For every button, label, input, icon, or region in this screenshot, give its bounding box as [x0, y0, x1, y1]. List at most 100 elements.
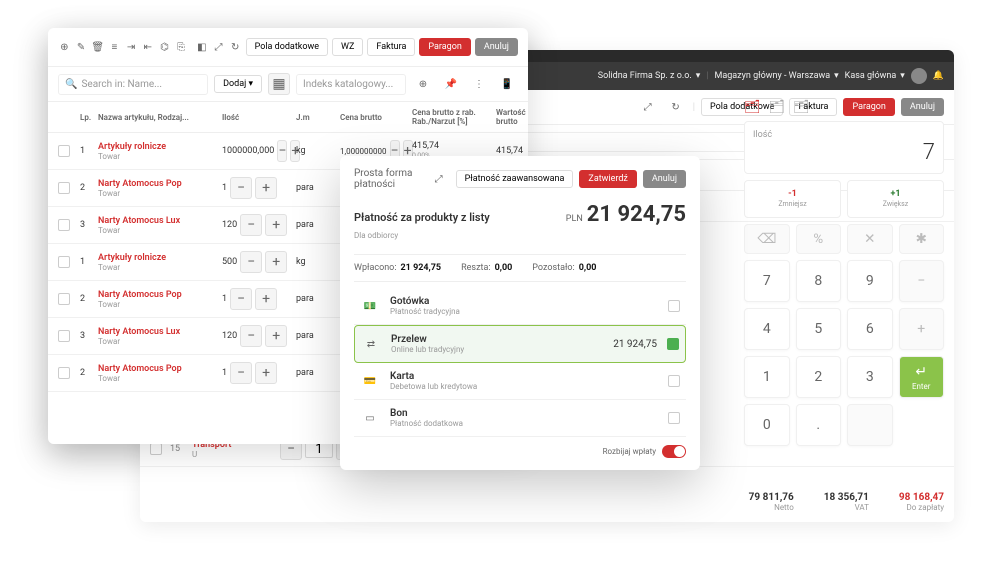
decrement-button[interactable]: -1Zmniejsz: [744, 180, 841, 218]
plus-icon[interactable]: +: [265, 214, 287, 236]
tree-icon[interactable]: ⌬: [158, 36, 171, 58]
key-9[interactable]: 9: [847, 260, 893, 302]
import-icon[interactable]: ⇤: [141, 36, 154, 58]
payment-method[interactable]: ⇄ PrzelewOnline lub tradycyjny 21 924,75: [354, 325, 686, 363]
quantity-stepper[interactable]: 120 − +: [222, 325, 292, 347]
catalog-search[interactable]: Indeks katalogowy...: [296, 74, 406, 95]
payment-method[interactable]: 💳 KartaDebetowa lub kredytowa: [354, 363, 686, 400]
minus-icon[interactable]: −: [230, 362, 252, 384]
item-name[interactable]: Artykuły rolnicze: [98, 253, 218, 263]
key-minus[interactable]: −: [899, 260, 945, 302]
quantity-stepper[interactable]: 500 − +: [222, 251, 292, 273]
minus-icon[interactable]: −: [240, 325, 262, 347]
key-dot[interactable]: .: [796, 404, 842, 446]
item-name[interactable]: Narty Atomocus Pop: [98, 179, 218, 189]
toggle-switch[interactable]: [662, 445, 686, 458]
plus-icon[interactable]: +: [265, 325, 287, 347]
refresh-icon[interactable]: ↻: [665, 96, 687, 118]
warehouse-selector[interactable]: Magazyn główny - Warszawa ▾: [714, 71, 838, 81]
expand-icon[interactable]: ⤢: [428, 168, 450, 190]
payment-method[interactable]: 💵 GotówkaPłatność tradycyjna: [354, 288, 686, 325]
copy-icon[interactable]: ⎘: [175, 36, 188, 58]
minus-icon[interactable]: −: [240, 251, 262, 273]
target-icon[interactable]: ⊕: [412, 73, 434, 95]
key-enter[interactable]: ↵Enter: [899, 356, 945, 398]
expand-icon[interactable]: ⤢: [637, 96, 659, 118]
payment-checkbox[interactable]: [668, 300, 680, 312]
key-0[interactable]: 0: [744, 404, 790, 446]
row-checkbox[interactable]: [58, 182, 70, 194]
export-icon[interactable]: ⇥: [125, 36, 138, 58]
dodaj-button[interactable]: Dodaj ▾: [214, 75, 262, 93]
payment-checkbox[interactable]: [668, 375, 680, 387]
add-icon[interactable]: ⊕: [58, 36, 71, 58]
name-search[interactable]: 🔍 Search in: Name...: [58, 74, 208, 95]
quantity-stepper[interactable]: 1 − +: [222, 288, 292, 310]
more-icon[interactable]: ⋮: [468, 73, 490, 95]
minus-icon[interactable]: −: [240, 214, 262, 236]
key-1[interactable]: 1: [744, 356, 790, 398]
window-icon[interactable]: ◧: [196, 36, 209, 58]
key-plus[interactable]: +: [899, 308, 945, 350]
anuluj-button[interactable]: Anuluj: [475, 38, 518, 56]
key-6[interactable]: 6: [847, 308, 893, 350]
faktura-button[interactable]: Faktura: [367, 38, 415, 56]
split-payment-toggle[interactable]: Rozbijaj wpłaty: [354, 437, 686, 458]
backspace-button[interactable]: ⌫: [744, 224, 790, 254]
payment-checkbox[interactable]: [667, 338, 679, 350]
list-icon[interactable]: ≡: [108, 36, 121, 58]
paragon-button[interactable]: Paragon: [419, 38, 470, 56]
notification-icon[interactable]: 🔔: [933, 71, 944, 81]
row-checkbox[interactable]: [58, 219, 70, 231]
key-4[interactable]: 4: [744, 308, 790, 350]
increment-button[interactable]: +1Zwiększ: [847, 180, 944, 218]
tab-active-icon[interactable]: 🗂: [744, 100, 761, 115]
refresh-icon[interactable]: ↻: [229, 36, 242, 58]
multiply-button[interactable]: ✱: [899, 224, 945, 254]
expand-icon[interactable]: ⤢: [212, 36, 225, 58]
avatar[interactable]: [911, 68, 927, 84]
delete-icon[interactable]: 🗑: [91, 36, 104, 58]
payment-checkbox[interactable]: [668, 412, 680, 424]
tab-icon[interactable]: 🗂: [793, 100, 810, 115]
row-checkbox[interactable]: [58, 367, 70, 379]
key-8[interactable]: 8: [796, 260, 842, 302]
grid-icon[interactable]: ▦: [268, 73, 290, 95]
edit-icon[interactable]: ✎: [75, 36, 88, 58]
minus-icon[interactable]: −: [230, 288, 252, 310]
item-name[interactable]: Artykuły rolnicze: [98, 142, 218, 152]
key-2[interactable]: 2: [796, 356, 842, 398]
plus-icon[interactable]: +: [255, 288, 277, 310]
minus-icon[interactable]: −: [230, 177, 252, 199]
percent-button[interactable]: %: [796, 224, 842, 254]
key-3[interactable]: 3: [847, 356, 893, 398]
quantity-stepper[interactable]: 1000000,000 − +: [222, 140, 292, 162]
item-name[interactable]: Narty Atomocus Lux: [98, 327, 218, 337]
pin-icon[interactable]: 📌: [440, 73, 462, 95]
quantity-stepper[interactable]: 1 − +: [222, 362, 292, 384]
row-checkbox[interactable]: [58, 293, 70, 305]
row-checkbox[interactable]: [58, 145, 70, 157]
item-name[interactable]: Narty Atomocus Pop: [98, 364, 218, 374]
advanced-payment-button[interactable]: Płatność zaawansowana: [456, 170, 574, 188]
key-blank[interactable]: [847, 404, 893, 446]
item-name[interactable]: Narty Atomocus Pop: [98, 290, 218, 300]
quantity-stepper[interactable]: 1 − +: [222, 177, 292, 199]
device-icon[interactable]: 📱: [496, 73, 518, 95]
cancel-button[interactable]: Anuluj: [643, 170, 686, 188]
register-selector[interactable]: Kasa główna ▾: [845, 71, 905, 81]
plus-icon[interactable]: +: [255, 362, 277, 384]
wz-button[interactable]: WZ: [332, 38, 363, 56]
minus-icon[interactable]: −: [277, 140, 287, 162]
plus-icon[interactable]: +: [265, 251, 287, 273]
payment-method[interactable]: ▭ BonPłatność dodatkowa: [354, 400, 686, 437]
row-checkbox[interactable]: [58, 256, 70, 268]
company-selector[interactable]: Solidna Firma Sp. z o.o. ▾: [598, 71, 701, 81]
close-button[interactable]: ✕: [847, 224, 893, 254]
row-checkbox[interactable]: [58, 330, 70, 342]
key-5[interactable]: 5: [796, 308, 842, 350]
key-7[interactable]: 7: [744, 260, 790, 302]
quantity-stepper[interactable]: 120 − +: [222, 214, 292, 236]
pola-dodatkowe-button[interactable]: Pola dodatkowe: [246, 38, 328, 56]
tab-icon[interactable]: 🗂: [769, 100, 786, 115]
